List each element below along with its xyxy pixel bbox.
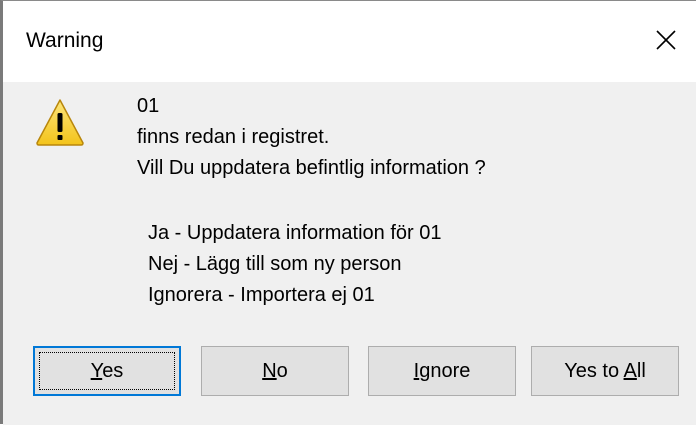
close-button[interactable] [637,11,695,69]
yes-to-all-button[interactable]: Yes to All [531,346,679,396]
no-button[interactable]: No [201,346,349,396]
warning-dialog: Warning 01 finns redan i registret. Vill… [0,0,696,425]
message-line-1: 01 [137,95,160,117]
ignore-button[interactable]: Ignore [368,346,516,396]
option-ja-text: Ja - Uppdatera information för 01 [148,222,442,244]
yes-button[interactable]: Yes [33,346,181,396]
yes-to-all-button-label: Yes to All [564,359,646,382]
warning-icon [36,99,84,146]
no-button-label: No [262,359,288,382]
message-line-2: finns redan i registret. [137,126,330,148]
title-bar[interactable]: Warning [3,1,696,82]
dialog-content: 01 finns redan i registret. Vill Du uppd… [3,82,696,425]
window-title: Warning [26,29,104,52]
message-line-3: Vill Du uppdatera befintlig information … [137,157,486,179]
close-icon [656,30,676,50]
option-ignorera-text: Ignorera - Importera ej 01 [148,284,375,306]
option-nej-text: Nej - Lägg till som ny person [148,253,402,275]
ignore-button-label: Ignore [413,359,471,382]
focus-rectangle [39,352,175,390]
